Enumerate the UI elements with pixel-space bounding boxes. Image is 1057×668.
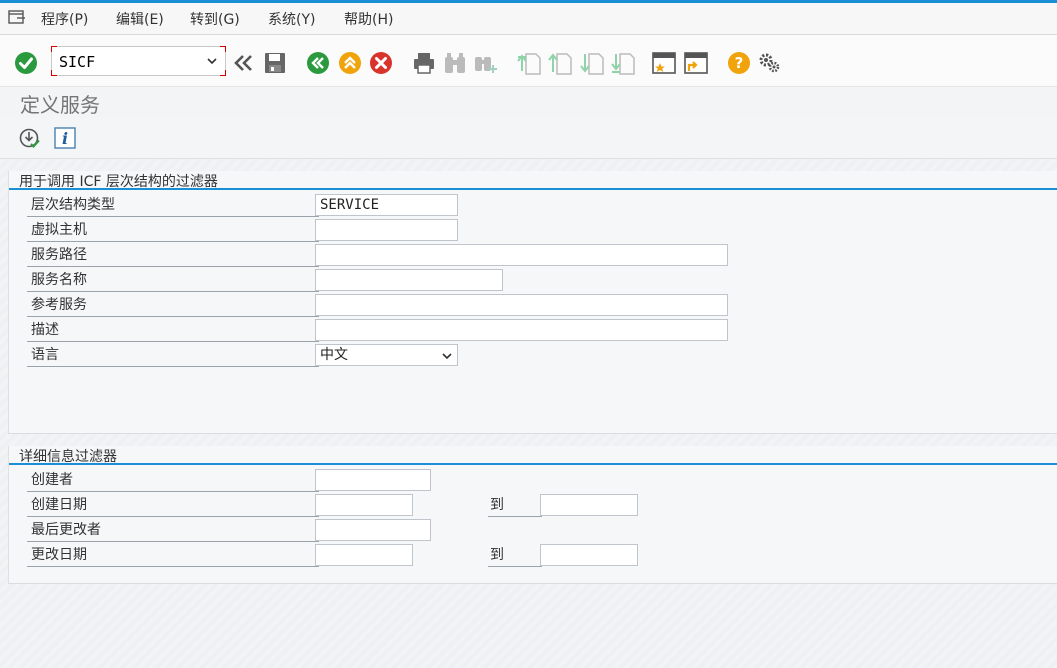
filter-group-icf: 用于调用 ICF 层次结构的过滤器 层次结构类型 SERVICE 虚拟主机 服务… bbox=[8, 171, 1057, 434]
find-icon[interactable] bbox=[443, 51, 467, 75]
label-created-date: 创建日期 bbox=[27, 494, 319, 517]
chevron-down-icon[interactable] bbox=[441, 350, 453, 362]
label-hierarchy-type: 层次结构类型 bbox=[27, 194, 319, 217]
menu-system[interactable]: 系统(Y) bbox=[268, 9, 315, 29]
service-name-field[interactable] bbox=[315, 269, 503, 291]
settings-icon[interactable] bbox=[757, 51, 781, 75]
changed-date-from-field[interactable] bbox=[315, 544, 413, 566]
service-path-field[interactable] bbox=[315, 244, 728, 266]
help-icon[interactable]: ? bbox=[727, 51, 751, 75]
menu-bar: 程序(P) 编辑(E) 转到(G) 系统(Y) 帮助(H) bbox=[0, 3, 1057, 35]
label-changed-date-to: 到 bbox=[488, 544, 542, 567]
command-field[interactable] bbox=[51, 46, 226, 76]
label-virtual-host: 虚拟主机 bbox=[27, 219, 319, 242]
new-session-icon[interactable] bbox=[652, 51, 676, 75]
menu-program[interactable]: 程序(P) bbox=[41, 9, 88, 29]
application-toolbar: i bbox=[0, 118, 1057, 159]
label-service-path: 服务路径 bbox=[27, 244, 319, 267]
language-select[interactable]: 中文 bbox=[315, 344, 458, 366]
svg-text:i: i bbox=[62, 129, 68, 148]
group-divider bbox=[9, 188, 1057, 190]
info-icon[interactable]: i bbox=[54, 127, 76, 149]
next-page-icon[interactable] bbox=[580, 51, 604, 75]
find-next-icon[interactable] bbox=[474, 51, 498, 75]
menu-help[interactable]: 帮助(H) bbox=[344, 9, 393, 29]
exit-icon[interactable] bbox=[338, 51, 362, 75]
print-icon[interactable] bbox=[412, 51, 436, 75]
command-input[interactable] bbox=[57, 51, 201, 73]
last-page-icon[interactable] bbox=[611, 51, 635, 75]
svg-text:?: ? bbox=[735, 54, 744, 72]
menu-icon[interactable] bbox=[8, 9, 26, 27]
label-reference-service: 参考服务 bbox=[27, 294, 319, 317]
cancel-icon[interactable] bbox=[369, 51, 393, 75]
last-changed-by-field[interactable] bbox=[315, 519, 431, 541]
label-last-changed-by: 最后更改者 bbox=[27, 519, 319, 542]
reference-service-field[interactable] bbox=[315, 294, 728, 316]
chevron-down-icon[interactable] bbox=[205, 54, 219, 68]
first-page-icon[interactable] bbox=[517, 51, 541, 75]
label-created-date-to: 到 bbox=[488, 494, 542, 517]
created-date-from-field[interactable] bbox=[315, 494, 413, 516]
label-language: 语言 bbox=[27, 344, 319, 367]
created-by-field[interactable] bbox=[315, 469, 431, 491]
page-title: 定义服务 bbox=[20, 93, 100, 117]
created-date-to-field[interactable] bbox=[540, 494, 638, 516]
back-icon[interactable] bbox=[306, 51, 330, 75]
save-icon[interactable] bbox=[263, 51, 287, 75]
check-icon[interactable] bbox=[14, 51, 38, 75]
create-shortcut-icon[interactable] bbox=[684, 51, 708, 75]
label-service-name: 服务名称 bbox=[27, 269, 319, 292]
menu-goto[interactable]: 转到(G) bbox=[190, 9, 240, 29]
label-created-by: 创建者 bbox=[27, 469, 319, 492]
menu-edit[interactable]: 编辑(E) bbox=[116, 9, 164, 29]
hierarchy-type-field[interactable]: SERVICE bbox=[315, 194, 458, 216]
back-double-icon[interactable] bbox=[232, 51, 256, 75]
filter-group-detail: 详细信息过滤器 创建者 创建日期 到 最后更改者 更改日期 到 bbox=[8, 446, 1057, 584]
virtual-host-field[interactable] bbox=[315, 219, 458, 241]
group-divider bbox=[9, 463, 1057, 465]
label-description: 描述 bbox=[27, 319, 319, 342]
previous-page-icon[interactable] bbox=[548, 51, 572, 75]
label-changed-date: 更改日期 bbox=[27, 544, 319, 567]
description-field[interactable] bbox=[315, 319, 728, 341]
changed-date-to-field[interactable] bbox=[540, 544, 638, 566]
language-value: 中文 bbox=[320, 347, 348, 363]
execute-icon[interactable] bbox=[19, 128, 40, 149]
